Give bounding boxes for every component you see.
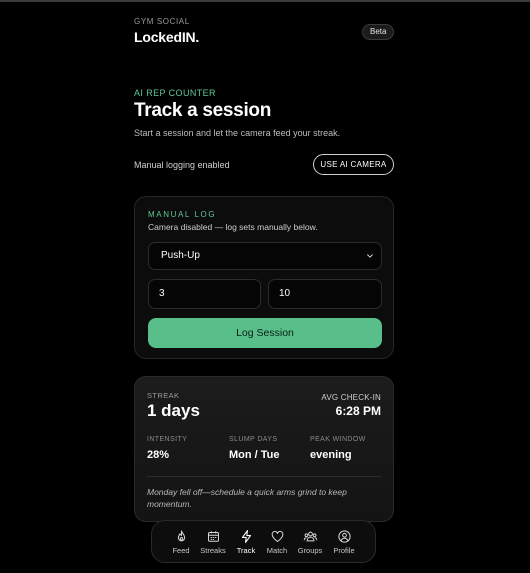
bolt-icon [241,530,251,543]
exercise-select[interactable]: Push-Up [148,242,382,270]
manual-log-kicker: MANUAL LOG [148,210,217,219]
bottom-nav: Feed Streaks Track Match Groups Profile [151,520,376,563]
peak-window-label: PEAK WINDOW [310,436,366,443]
streak-label: STREAK [147,391,180,400]
nav-item-streaks[interactable]: Streaks [197,529,229,555]
log-session-button[interactable]: Log Session [148,318,382,348]
streak-value: 1 days [147,401,200,420]
brand-kicker: GYM SOCIAL [134,17,190,26]
slump-days-value: Mon / Tue [229,449,280,461]
intensity-value: 28% [147,449,170,461]
nav-item-track[interactable]: Track [230,529,262,555]
reps-input[interactable]: 10 [268,279,382,309]
nav-label-feed: Feed [172,546,190,555]
nav-label-match: Match [266,546,288,555]
use-ai-camera-button[interactable]: USE AI CAMERA [313,154,394,175]
streak-insight-note: Monday fell off—schedule a quick arms gr… [147,487,347,509]
avg-checkin-value: 6:28 PM [335,404,381,418]
window-top-border [0,0,530,2]
avg-checkin-label: AVG CHECK-IN [321,393,381,402]
brand-logo: LockedIN. [134,29,200,45]
flame-icon [177,530,185,542]
nav-label-profile: Profile [333,546,355,555]
chevron-down-icon [367,254,373,258]
nav-item-match[interactable]: Match [261,529,293,555]
intensity-label: INTENSITY [147,436,188,443]
heart-icon [271,530,283,542]
nav-label-streaks: Streaks [200,546,226,555]
nav-item-groups[interactable]: Groups [294,529,326,555]
sets-input[interactable]: 3 [148,279,261,309]
manual-log-card: MANUAL LOG Camera disabled — log sets ma… [134,196,394,359]
users-icon [303,531,317,542]
nav-item-profile[interactable]: Profile [328,529,360,555]
hero-kicker: AI REP COUNTER [134,88,216,98]
camera-disabled-note: Camera disabled — log sets manually belo… [148,222,318,232]
exercise-select-value: Push-Up [161,250,200,261]
logging-mode-status: Manual logging enabled [134,160,230,170]
page-title: Track a session [134,100,272,121]
peak-window-value: evening [310,449,352,461]
nav-label-groups: Groups [297,546,323,555]
streak-card: STREAK 1 days AVG CHECK-IN 6:28 PM INTEN… [134,376,394,522]
streak-divider [147,476,381,477]
user-circle-icon [337,530,351,543]
calendar-icon [207,531,219,542]
beta-badge: Beta [362,24,395,40]
page-subtitle: Start a session and let the camera feed … [134,128,341,138]
slump-days-label: SLUMP DAYS [229,436,278,443]
nav-label-track: Track [236,546,256,555]
nav-item-feed[interactable]: Feed [165,529,197,555]
